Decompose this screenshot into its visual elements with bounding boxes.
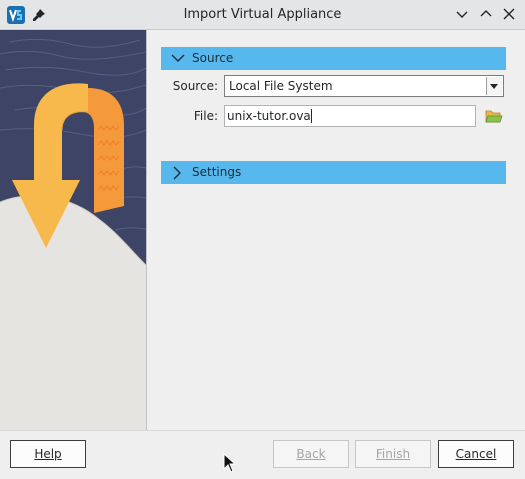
file-value: unix-tutor.ova (227, 109, 311, 123)
source-section-header[interactable]: Source (161, 47, 506, 70)
folder-open-icon[interactable] (485, 108, 503, 124)
dropdown-arrow-icon[interactable] (486, 77, 502, 95)
mouse-pointer-icon (223, 453, 237, 473)
chevron-down-icon (171, 54, 185, 62)
settings-section-label: Settings (192, 165, 242, 179)
wizard-page: Source Source: Local File System File: u… (147, 30, 525, 430)
source-value: Local File System (229, 79, 333, 93)
finish-button[interactable]: Finish (355, 440, 431, 468)
text-caret (310, 109, 312, 123)
back-button-label: Back (296, 447, 326, 461)
minimize-button[interactable] (453, 5, 471, 23)
help-button-label: Help (34, 447, 62, 461)
button-bar: Help Back Finish Cancel (0, 430, 525, 479)
settings-section-header[interactable]: Settings (161, 161, 506, 184)
finish-button-label: Finish (375, 447, 411, 461)
source-combobox[interactable]: Local File System (224, 75, 504, 97)
chevron-right-icon (173, 166, 181, 180)
source-label: Source: (172, 79, 218, 93)
close-button[interactable] (500, 5, 518, 23)
title-bar: Import Virtual Appliance (0, 0, 525, 30)
source-section-label: Source (192, 51, 234, 65)
file-path-input[interactable]: unix-tutor.ova (224, 105, 476, 127)
wizard-side-image (0, 30, 147, 430)
maximize-button[interactable] (477, 5, 495, 23)
file-label: File: (193, 109, 218, 123)
cancel-button-label: Cancel (455, 447, 497, 461)
help-button[interactable]: Help (10, 440, 86, 468)
window-title: Import Virtual Appliance (183, 7, 342, 22)
cancel-button[interactable]: Cancel (438, 440, 514, 468)
back-button[interactable]: Back (273, 440, 349, 468)
import-arrow-illustration (0, 30, 146, 430)
